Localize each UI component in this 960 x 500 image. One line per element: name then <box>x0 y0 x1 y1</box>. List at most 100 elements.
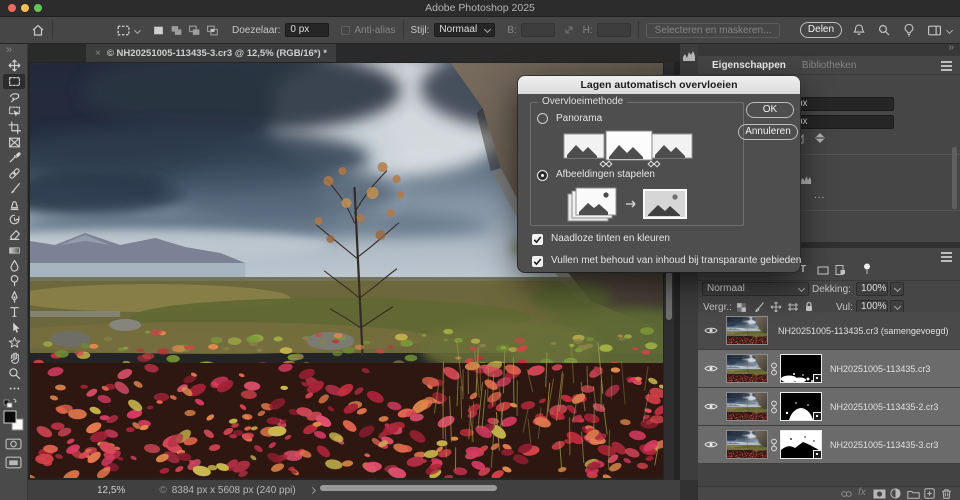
object-selection-tool[interactable] <box>3 104 25 119</box>
mask-link-icon[interactable] <box>770 437 778 453</box>
new-layer-icon[interactable] <box>924 488 935 499</box>
clone-stamp-tool[interactable] <box>3 197 25 212</box>
custom-shape-tool[interactable] <box>3 335 25 350</box>
layer-row-1[interactable]: NH20251005-113435.cr3 <box>698 350 960 388</box>
dialog-title[interactable]: Lagen automatisch overvloeien <box>518 76 800 94</box>
zoom-level-field[interactable]: 12,5% <box>97 485 125 496</box>
type-tool[interactable] <box>3 304 25 319</box>
layer-row-merged[interactable]: NH20251005-113435.cr3 (samengevoegd) <box>698 312 960 350</box>
discover-lightbulb-icon[interactable] <box>902 23 916 37</box>
screen-mode-icon[interactable] <box>5 456 22 469</box>
seamless-tones-checkbox[interactable] <box>532 234 543 245</box>
properties-more-label[interactable]: ... <box>814 190 825 201</box>
quick-mask-mode-icon[interactable] <box>5 438 22 450</box>
panorama-label[interactable]: Panorama <box>556 113 602 124</box>
zoom-tool[interactable] <box>3 366 25 381</box>
zoom-window-button[interactable] <box>34 4 42 12</box>
layer-name[interactable]: NH20251005-113435-3.cr3 <box>830 440 938 450</box>
filter-pin-toggle[interactable] <box>863 263 871 276</box>
history-brush-tool[interactable] <box>3 212 25 227</box>
foreground-background-color-swatches[interactable] <box>3 410 25 432</box>
gradient-tool[interactable] <box>3 243 25 258</box>
layer-name[interactable]: NH20251005-113435-2.cr3 <box>830 402 938 412</box>
cancel-button[interactable]: Annuleren <box>738 124 798 140</box>
horizontal-scrollbar-thumb[interactable] <box>320 485 497 491</box>
content-aware-label[interactable]: Vullen met behoud van inhoud bij transpa… <box>551 255 801 266</box>
blend-mode-dropdown[interactable]: Normaal <box>702 282 809 296</box>
new-selection-icon[interactable] <box>152 24 165 37</box>
stack-images-label[interactable]: Afbeeldingen stapelen <box>556 169 655 180</box>
layer-name[interactable]: NH20251005-113435.cr3 (samengevoegd) <box>778 326 948 336</box>
eraser-tool[interactable] <box>3 227 25 242</box>
seamless-tones-label[interactable]: Naadloze tinten en kleuren <box>551 233 670 244</box>
ok-button[interactable]: OK <box>746 102 794 118</box>
link-layers-icon[interactable] <box>840 489 853 499</box>
status-chevron-icon[interactable] <box>309 486 316 493</box>
properties-scrollbar-thumb[interactable] <box>952 147 957 209</box>
antialias-checkbox[interactable] <box>341 26 350 35</box>
layer-name[interactable]: NH20251005-113435.cr3 <box>830 364 930 374</box>
layer-thumbnail[interactable] <box>726 354 768 383</box>
layer-style-fx-icon[interactable]: fx <box>858 487 866 498</box>
path-selection-tool[interactable] <box>3 320 25 335</box>
home-icon[interactable] <box>31 23 45 37</box>
notifications-bell-icon[interactable] <box>852 23 866 37</box>
subtract-from-selection-icon[interactable] <box>188 24 201 37</box>
add-to-selection-icon[interactable] <box>170 24 183 37</box>
edit-toolbar[interactable] <box>3 381 25 396</box>
properties-menu-icon[interactable] <box>941 60 952 67</box>
opacity-dropdown-chevron[interactable] <box>890 282 904 296</box>
filter-shape-icon[interactable] <box>817 266 829 275</box>
collapse-panels-button[interactable]: » <box>948 42 954 53</box>
tab-libraries[interactable]: Bibliotheken <box>802 60 856 71</box>
visibility-eye-icon[interactable] <box>704 440 718 449</box>
layer-mask-thumbnail[interactable] <box>780 430 822 459</box>
expand-toolbar-button[interactable]: » <box>6 44 12 56</box>
minimize-window-button[interactable] <box>21 4 29 12</box>
move-tool[interactable] <box>3 58 25 73</box>
eyedropper-tool[interactable] <box>3 150 25 165</box>
blur-tool[interactable] <box>3 258 25 273</box>
lasso-tool[interactable] <box>3 89 25 104</box>
flip-vertical-icon[interactable] <box>814 132 826 144</box>
adjustment-layer-icon[interactable] <box>890 488 901 499</box>
visibility-eye-icon[interactable] <box>704 402 718 411</box>
document-tab[interactable]: × © NH20251005-113435-3.cr3 @ 12,5% (RGB… <box>86 44 336 62</box>
opacity-value[interactable]: 100% <box>856 282 888 296</box>
feather-input[interactable]: 0 px <box>285 23 329 37</box>
share-button[interactable]: Delen <box>800 22 842 38</box>
layer-thumbnail[interactable] <box>726 392 768 421</box>
visibility-eye-icon[interactable] <box>704 364 718 373</box>
visibility-eye-icon[interactable] <box>704 326 718 335</box>
layer-thumbnail[interactable] <box>726 430 768 459</box>
content-aware-checkbox[interactable] <box>532 256 543 267</box>
close-window-button[interactable] <box>8 4 16 12</box>
close-tab-icon[interactable]: × <box>95 48 101 59</box>
layer-mask-thumbnail[interactable] <box>780 392 822 421</box>
crop-tool[interactable] <box>3 120 25 135</box>
new-group-icon[interactable] <box>907 489 920 499</box>
mask-link-icon[interactable] <box>770 399 778 415</box>
layers-menu-icon[interactable] <box>941 251 952 258</box>
rectangular-marquee-tool[interactable] <box>3 74 25 89</box>
style-dropdown[interactable]: Normaal <box>434 23 495 37</box>
spot-healing-brush-tool[interactable] <box>3 166 25 181</box>
search-icon[interactable] <box>877 23 891 37</box>
delete-layer-icon[interactable] <box>941 488 952 499</box>
swap-colors-icon[interactable] <box>3 396 19 408</box>
tab-properties[interactable]: Eigenschappen <box>712 60 786 71</box>
select-and-mask-button[interactable]: Selecteren en maskeren... <box>646 23 781 38</box>
tool-preset-marquee[interactable] <box>116 23 140 38</box>
layer-mask-thumbnail[interactable] <box>780 354 822 383</box>
pen-tool[interactable] <box>3 289 25 304</box>
lock-artboard-icon[interactable] <box>787 302 799 312</box>
histogram-panel-icon[interactable] <box>682 50 696 62</box>
panorama-radio[interactable] <box>537 113 548 124</box>
brush-tool[interactable] <box>3 181 25 196</box>
intersect-selection-icon[interactable] <box>206 24 219 37</box>
layer-row-2[interactable]: NH20251005-113435-2.cr3 <box>698 388 960 426</box>
stack-images-radio[interactable] <box>537 170 548 181</box>
workspace-icon[interactable] <box>927 23 942 38</box>
layer-thumbnail[interactable] <box>726 316 768 345</box>
layer-row-3[interactable]: NH20251005-113435-3.cr3 <box>698 426 960 464</box>
